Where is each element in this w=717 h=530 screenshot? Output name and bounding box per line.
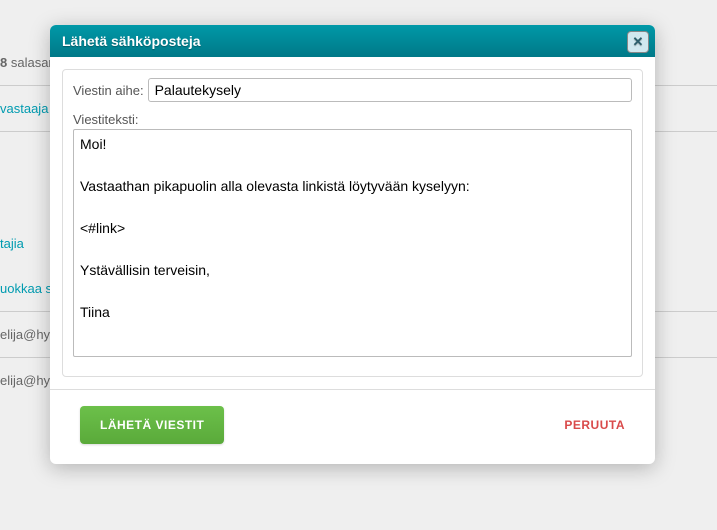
bg-email-2: elija@hy <box>0 373 50 388</box>
subject-label: Viestin aihe: <box>73 83 144 98</box>
close-icon: ✕ <box>633 34 644 50</box>
bg-email-1: elija@hy <box>0 327 50 342</box>
send-button[interactable]: LÄHETÄ VIESTIT <box>80 406 224 444</box>
dialog-body: Viestin aihe: Viestiteksti: <box>50 57 655 389</box>
dialog-footer: LÄHETÄ VIESTIT PERUUTA <box>50 389 655 464</box>
dialog-title: Lähetä sähköposteja <box>62 33 201 49</box>
bg-text: salasar <box>7 55 53 70</box>
subject-input[interactable] <box>148 78 632 102</box>
bg-link-uokkaa[interactable]: uokkaa s <box>0 281 52 296</box>
send-email-dialog: Lähetä sähköposteja ✕ Viestin aihe: Vies… <box>50 25 655 464</box>
dialog-titlebar: Lähetä sähköposteja ✕ <box>50 25 655 57</box>
body-textarea[interactable] <box>73 129 632 357</box>
subject-row: Viestin aihe: <box>73 78 632 102</box>
cancel-button[interactable]: PERUUTA <box>564 418 625 432</box>
bg-link-vastaaja[interactable]: vastaaja <box>0 101 48 116</box>
bg-link-tajia[interactable]: tajia <box>0 236 24 251</box>
form-box: Viestin aihe: Viestiteksti: <box>62 69 643 377</box>
body-label: Viestiteksti: <box>73 112 632 127</box>
close-button[interactable]: ✕ <box>627 31 649 53</box>
